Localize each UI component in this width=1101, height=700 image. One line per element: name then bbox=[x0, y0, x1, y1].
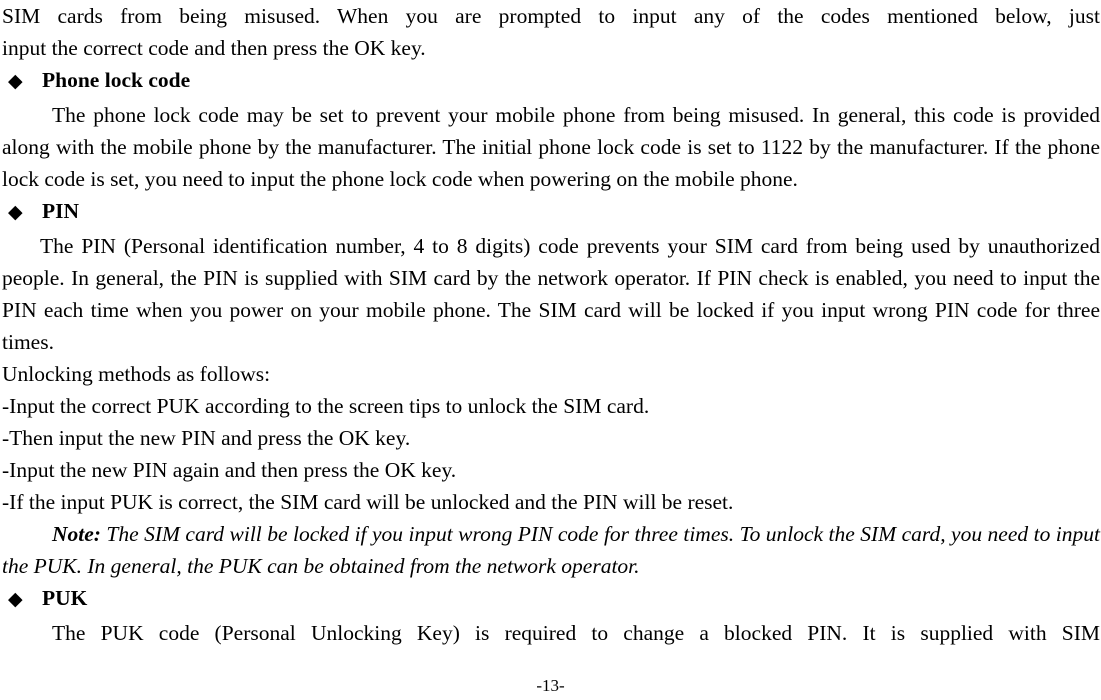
section-body-pin: The PIN (Personal identification number,… bbox=[2, 234, 1100, 354]
section-heading-label: PUK bbox=[42, 586, 88, 610]
section-heading-phone-lock-code: ◆ Phone lock code bbox=[2, 64, 1100, 99]
unlocking-step-4: -If the input PUK is correct, the SIM ca… bbox=[2, 490, 734, 514]
note-text: The SIM card will be locked if you input… bbox=[2, 522, 1100, 578]
section-body-puk: The PUK code (Personal Unlocking Key) is… bbox=[52, 621, 1100, 645]
section-body-phone-lock-code: The phone lock code may be set to preven… bbox=[2, 103, 1100, 191]
section-heading-label: Phone lock code bbox=[42, 68, 191, 92]
unlocking-step-3: -Input the new PIN again and then press … bbox=[2, 458, 457, 482]
diamond-bullet-icon: ◆ bbox=[8, 202, 23, 223]
document-page: SIM cards from being misused. When you a… bbox=[0, 0, 1101, 700]
page-number: -13- bbox=[536, 676, 565, 695]
note-paragraph: Note: The SIM card will be locked if you… bbox=[2, 518, 1100, 582]
section-heading-puk: ◆ PUK bbox=[2, 582, 1100, 617]
intro-paragraph-line-1: SIM cards from being misused. When you a… bbox=[2, 4, 1100, 28]
unlocking-step-2: -Then input the new PIN and press the OK… bbox=[2, 426, 411, 450]
diamond-bullet-icon: ◆ bbox=[8, 71, 23, 92]
intro-paragraph-line-2: input the correct code and then press th… bbox=[2, 36, 426, 60]
section-heading-pin: ◆ PIN bbox=[2, 195, 1100, 230]
unlocking-step-1: -Input the correct PUK according to the … bbox=[2, 394, 650, 418]
unlocking-methods-intro: Unlocking methods as follows: bbox=[2, 362, 271, 386]
section-heading-label: PIN bbox=[42, 199, 80, 223]
note-label: Note: bbox=[52, 522, 101, 546]
diamond-bullet-icon: ◆ bbox=[8, 589, 23, 610]
